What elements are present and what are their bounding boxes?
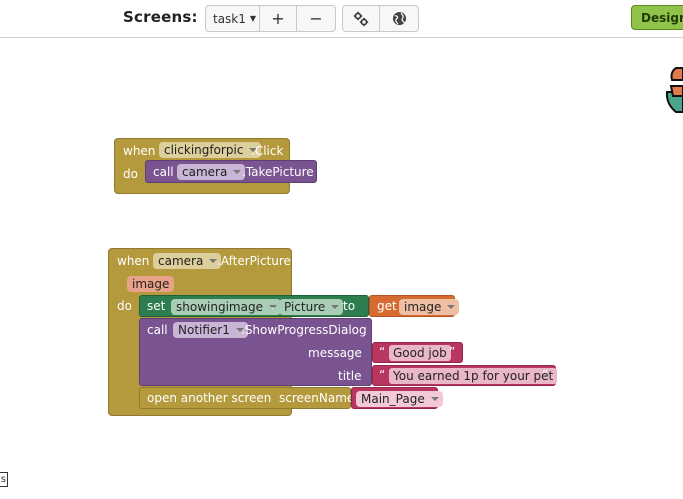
text-string-block-message[interactable]: “ Good job ” bbox=[372, 342, 463, 363]
language-button[interactable] bbox=[380, 6, 418, 31]
call-notifier-showprogressdialog-block[interactable]: call Notifier1 .ShowProgressDialog messa… bbox=[139, 318, 372, 386]
event-parameter-image[interactable]: image bbox=[127, 276, 175, 292]
designer-button[interactable]: Designe bbox=[631, 5, 683, 30]
project-properties-button[interactable] bbox=[343, 6, 380, 31]
close-quote: ” bbox=[542, 368, 549, 382]
component-dropdown-clickingforpic[interactable]: clickingforpic bbox=[159, 142, 262, 158]
set-showingimage-picture-block[interactable]: set showingimage . Picture to bbox=[139, 295, 369, 317]
open-quote: “ bbox=[379, 345, 386, 359]
close-quote: ” bbox=[449, 345, 456, 359]
component-dropdown-camera[interactable]: camera bbox=[153, 253, 222, 269]
call-keyword: call bbox=[147, 323, 168, 337]
do-keyword: do bbox=[123, 167, 138, 181]
method-name: .TakePicture bbox=[242, 165, 314, 179]
component-label: camera bbox=[158, 254, 204, 268]
get-keyword: get bbox=[377, 299, 397, 313]
component-label: showingimage bbox=[176, 300, 263, 314]
component-dropdown-camera[interactable]: camera bbox=[177, 164, 246, 180]
toolbar: Screens: task1 ▼ + − Designe bbox=[0, 0, 683, 38]
chevron-down-icon bbox=[430, 397, 439, 401]
screen-name-block[interactable]: Main_Page bbox=[351, 387, 443, 409]
component-dropdown-showingimage[interactable]: showingimage bbox=[171, 299, 281, 315]
event-name: .Click bbox=[251, 144, 284, 158]
property-label: Picture bbox=[284, 300, 326, 314]
get-image-block[interactable]: get image bbox=[369, 295, 460, 317]
screen-controls: task1 ▼ + − bbox=[205, 5, 336, 32]
add-screen-button[interactable]: + bbox=[260, 6, 297, 31]
chevron-down-icon bbox=[233, 170, 242, 174]
screen-selector[interactable]: task1 ▼ bbox=[206, 6, 260, 31]
component-label: camera bbox=[182, 165, 228, 179]
chevron-down-icon: ▼ bbox=[249, 14, 257, 23]
set-keyword: set bbox=[147, 299, 166, 313]
globe-icon bbox=[392, 11, 406, 26]
variable-dropdown-image[interactable]: image bbox=[399, 299, 460, 315]
component-label: Notifier1 bbox=[178, 323, 230, 337]
screen-name-dropdown[interactable]: Main_Page bbox=[356, 391, 443, 407]
chevron-down-icon bbox=[447, 305, 456, 309]
method-name: .ShowProgressDialog bbox=[241, 323, 367, 337]
dot-separator: . bbox=[271, 298, 275, 312]
screen-name-label: Main_Page bbox=[361, 392, 425, 406]
corner-label: s bbox=[0, 474, 6, 485]
chevron-down-icon bbox=[331, 305, 340, 309]
to-keyword: to bbox=[343, 299, 356, 313]
message-value[interactable]: Good job bbox=[389, 345, 451, 361]
component-label: clickingforpic bbox=[164, 143, 244, 157]
message-socket-label: message bbox=[308, 346, 362, 360]
call-keyword: call bbox=[153, 165, 174, 179]
when-keyword: when bbox=[123, 144, 156, 158]
remove-screen-button[interactable]: − bbox=[297, 6, 335, 31]
component-dropdown-notifier1[interactable]: Notifier1 bbox=[173, 322, 248, 338]
open-quote: “ bbox=[379, 368, 386, 382]
call-camera-takepicture-block[interactable]: call camera .TakePicture bbox=[145, 160, 317, 183]
when-keyword: when bbox=[117, 254, 150, 268]
gears-icon bbox=[353, 11, 369, 26]
open-screen-label: open another screen screenName bbox=[147, 391, 355, 405]
event-name: .AfterPicture bbox=[217, 254, 291, 268]
screens-label: Screens: bbox=[123, 8, 198, 26]
screen-selector-label: task1 bbox=[213, 11, 246, 26]
title-value[interactable]: You earned 1p for your pet bbox=[389, 368, 558, 384]
property-dropdown-picture[interactable]: Picture bbox=[279, 299, 344, 315]
blocks-workspace[interactable]: when clickingforpic .Click do call camer… bbox=[0, 38, 683, 499]
trash-can-icon[interactable] bbox=[662, 64, 683, 126]
do-keyword: do bbox=[117, 299, 132, 313]
corner-button[interactable]: s bbox=[0, 472, 8, 487]
title-socket-label: title bbox=[338, 369, 362, 383]
text-string-block-title[interactable]: “ You earned 1p for your pet ” bbox=[372, 365, 558, 386]
open-another-screen-block[interactable]: open another screen screenName bbox=[139, 387, 355, 409]
variable-label: image bbox=[404, 300, 442, 314]
settings-controls bbox=[342, 5, 419, 32]
